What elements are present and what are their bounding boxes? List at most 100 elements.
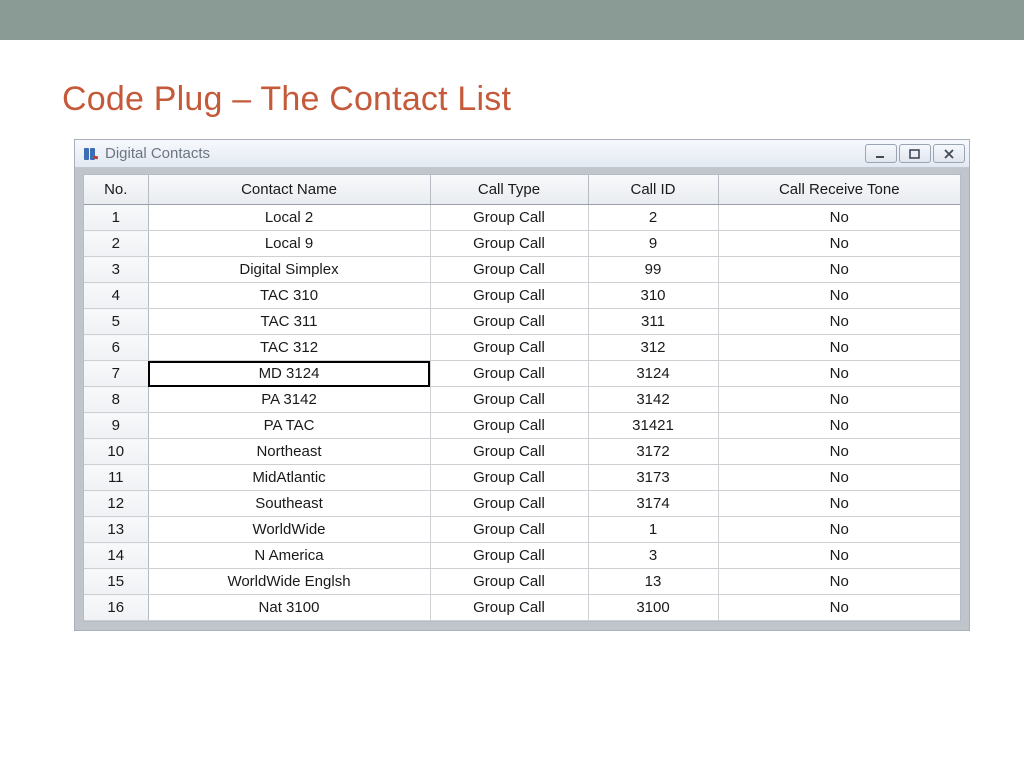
cell-call-id[interactable]: 3172 (588, 439, 718, 465)
cell-no[interactable]: 13 (84, 517, 148, 543)
cell-call-id[interactable]: 9 (588, 231, 718, 257)
cell-receive-tone[interactable]: No (718, 517, 960, 543)
cell-no[interactable]: 10 (84, 439, 148, 465)
cell-receive-tone[interactable]: No (718, 205, 960, 231)
maximize-button[interactable] (899, 144, 931, 163)
table-row[interactable]: 12SoutheastGroup Call3174No (84, 491, 960, 517)
cell-no[interactable]: 8 (84, 387, 148, 413)
cell-contact-name[interactable]: TAC 312 (148, 335, 430, 361)
cell-receive-tone[interactable]: No (718, 361, 960, 387)
cell-call-id[interactable]: 31421 (588, 413, 718, 439)
minimize-button[interactable] (865, 144, 897, 163)
cell-call-id[interactable]: 3124 (588, 361, 718, 387)
cell-no[interactable]: 16 (84, 595, 148, 621)
cell-call-type[interactable]: Group Call (430, 491, 588, 517)
cell-receive-tone[interactable]: No (718, 257, 960, 283)
cell-call-type[interactable]: Group Call (430, 413, 588, 439)
cell-call-id[interactable]: 311 (588, 309, 718, 335)
contacts-table[interactable]: No. Contact Name Call Type Call ID Call … (84, 175, 960, 621)
cell-contact-name[interactable]: MD 3124 (148, 361, 430, 387)
table-row[interactable]: 11MidAtlanticGroup Call3173No (84, 465, 960, 491)
cell-call-type[interactable]: Group Call (430, 335, 588, 361)
table-row[interactable]: 3Digital SimplexGroup Call99No (84, 257, 960, 283)
cell-no[interactable]: 14 (84, 543, 148, 569)
table-row[interactable]: 16Nat 3100Group Call3100No (84, 595, 960, 621)
cell-call-id[interactable]: 1 (588, 517, 718, 543)
cell-receive-tone[interactable]: No (718, 543, 960, 569)
cell-contact-name[interactable]: Local 2 (148, 205, 430, 231)
cell-contact-name[interactable]: PA TAC (148, 413, 430, 439)
cell-contact-name[interactable]: MidAtlantic (148, 465, 430, 491)
cell-call-type[interactable]: Group Call (430, 361, 588, 387)
cell-call-type[interactable]: Group Call (430, 465, 588, 491)
col-header-no[interactable]: No. (84, 175, 148, 205)
cell-no[interactable]: 5 (84, 309, 148, 335)
table-row[interactable]: 6TAC 312Group Call312No (84, 335, 960, 361)
cell-call-id[interactable]: 3 (588, 543, 718, 569)
table-row[interactable]: 8PA 3142Group Call3142No (84, 387, 960, 413)
cell-receive-tone[interactable]: No (718, 387, 960, 413)
cell-call-id[interactable]: 3173 (588, 465, 718, 491)
table-row[interactable]: 7MD 3124Group Call3124No (84, 361, 960, 387)
cell-call-type[interactable]: Group Call (430, 205, 588, 231)
cell-no[interactable]: 12 (84, 491, 148, 517)
cell-contact-name[interactable]: Local 9 (148, 231, 430, 257)
col-header-name[interactable]: Contact Name (148, 175, 430, 205)
cell-no[interactable]: 6 (84, 335, 148, 361)
cell-call-type[interactable]: Group Call (430, 387, 588, 413)
cell-contact-name[interactable]: Northeast (148, 439, 430, 465)
cell-contact-name[interactable]: WorldWide Englsh (148, 569, 430, 595)
cell-call-type[interactable]: Group Call (430, 283, 588, 309)
table-row[interactable]: 14N AmericaGroup Call3No (84, 543, 960, 569)
table-row[interactable]: 4TAC 310Group Call310No (84, 283, 960, 309)
cell-receive-tone[interactable]: No (718, 283, 960, 309)
cell-contact-name[interactable]: WorldWide (148, 517, 430, 543)
cell-call-id[interactable]: 310 (588, 283, 718, 309)
cell-call-type[interactable]: Group Call (430, 569, 588, 595)
close-button[interactable] (933, 144, 965, 163)
cell-receive-tone[interactable]: No (718, 569, 960, 595)
col-header-type[interactable]: Call Type (430, 175, 588, 205)
table-row[interactable]: 5TAC 311Group Call311No (84, 309, 960, 335)
cell-receive-tone[interactable]: No (718, 309, 960, 335)
table-row[interactable]: 1Local 2Group Call2No (84, 205, 960, 231)
cell-contact-name[interactable]: TAC 311 (148, 309, 430, 335)
cell-call-type[interactable]: Group Call (430, 517, 588, 543)
cell-receive-tone[interactable]: No (718, 413, 960, 439)
cell-contact-name[interactable]: PA 3142 (148, 387, 430, 413)
cell-call-type[interactable]: Group Call (430, 439, 588, 465)
cell-contact-name[interactable]: Southeast (148, 491, 430, 517)
cell-call-id[interactable]: 13 (588, 569, 718, 595)
cell-no[interactable]: 1 (84, 205, 148, 231)
cell-contact-name[interactable]: Nat 3100 (148, 595, 430, 621)
cell-no[interactable]: 11 (84, 465, 148, 491)
cell-contact-name[interactable]: N America (148, 543, 430, 569)
table-row[interactable]: 2Local 9Group Call9No (84, 231, 960, 257)
cell-no[interactable]: 4 (84, 283, 148, 309)
col-header-id[interactable]: Call ID (588, 175, 718, 205)
cell-call-type[interactable]: Group Call (430, 543, 588, 569)
col-header-tone[interactable]: Call Receive Tone (718, 175, 960, 205)
cell-call-id[interactable]: 2 (588, 205, 718, 231)
cell-call-id[interactable]: 3174 (588, 491, 718, 517)
cell-receive-tone[interactable]: No (718, 231, 960, 257)
cell-call-id[interactable]: 3100 (588, 595, 718, 621)
cell-receive-tone[interactable]: No (718, 595, 960, 621)
cell-call-type[interactable]: Group Call (430, 257, 588, 283)
cell-no[interactable]: 7 (84, 361, 148, 387)
table-row[interactable]: 10NortheastGroup Call3172No (84, 439, 960, 465)
cell-no[interactable]: 2 (84, 231, 148, 257)
table-row[interactable]: 13WorldWideGroup Call1No (84, 517, 960, 543)
cell-contact-name[interactable]: TAC 310 (148, 283, 430, 309)
table-row[interactable]: 15WorldWide EnglshGroup Call13No (84, 569, 960, 595)
cell-call-type[interactable]: Group Call (430, 595, 588, 621)
cell-receive-tone[interactable]: No (718, 465, 960, 491)
table-row[interactable]: 9PA TACGroup Call31421No (84, 413, 960, 439)
cell-no[interactable]: 15 (84, 569, 148, 595)
cell-call-id[interactable]: 99 (588, 257, 718, 283)
cell-receive-tone[interactable]: No (718, 439, 960, 465)
cell-contact-name[interactable]: Digital Simplex (148, 257, 430, 283)
cell-no[interactable]: 9 (84, 413, 148, 439)
cell-call-id[interactable]: 312 (588, 335, 718, 361)
cell-receive-tone[interactable]: No (718, 491, 960, 517)
